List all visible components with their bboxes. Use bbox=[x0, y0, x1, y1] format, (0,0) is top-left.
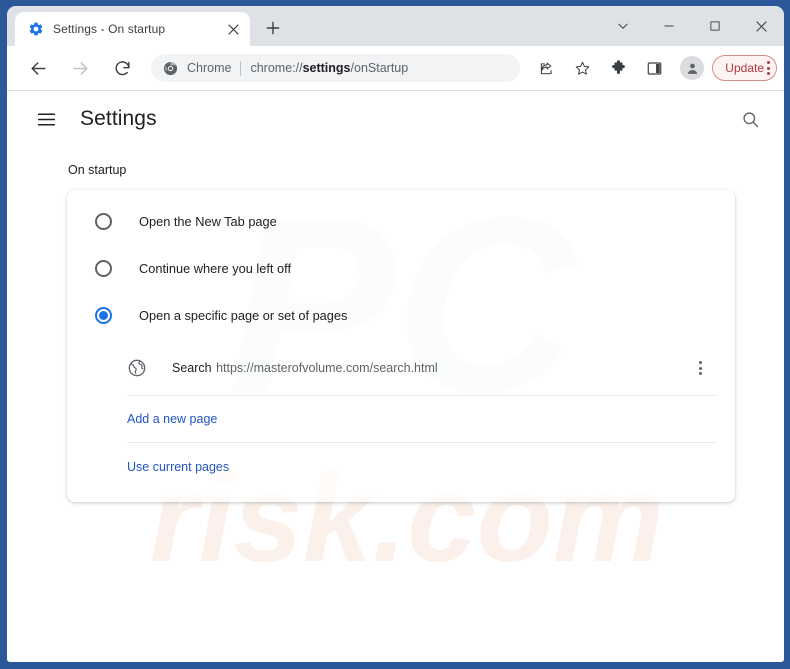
settings-page: PC risk.com Settings On sta bbox=[7, 91, 784, 661]
window-controls bbox=[600, 6, 784, 46]
update-button[interactable]: Update bbox=[712, 55, 777, 81]
reload-icon[interactable] bbox=[106, 52, 138, 84]
maximize-icon[interactable] bbox=[692, 7, 738, 45]
use-current-pages-link[interactable]: Use current pages bbox=[127, 460, 229, 474]
profile-avatar-icon[interactable] bbox=[680, 56, 705, 80]
share-icon[interactable] bbox=[532, 54, 560, 82]
tab-close-icon[interactable] bbox=[225, 21, 242, 38]
back-arrow-icon[interactable] bbox=[22, 52, 54, 84]
startup-page-url: https://masterofvolume.com/search.html bbox=[216, 361, 438, 375]
startup-page-row[interactable]: Search https://masterofvolume.com/search… bbox=[127, 341, 717, 396]
radio-indicator[interactable] bbox=[95, 260, 112, 277]
radio-option-specific-pages[interactable]: Open a specific page or set of pages bbox=[67, 292, 735, 339]
radio-indicator-selected[interactable] bbox=[95, 307, 112, 324]
radio-option-label: Open the New Tab page bbox=[139, 214, 277, 229]
radio-option-new-tab-page[interactable]: Open the New Tab page bbox=[67, 198, 735, 245]
tab-title: Settings - On startup bbox=[53, 22, 166, 36]
browser-toolbar: Chrome chrome://settings/onStartup Updat… bbox=[7, 46, 784, 91]
close-icon[interactable] bbox=[738, 7, 784, 45]
use-current-pages-row[interactable]: Use current pages bbox=[127, 443, 717, 490]
omnibox-divider bbox=[240, 60, 242, 76]
on-startup-card: Open the New Tab page Continue where you… bbox=[67, 190, 735, 502]
browser-tab-settings[interactable]: Settings - On startup bbox=[15, 12, 250, 46]
startup-page-text: Search https://masterofvolume.com/search… bbox=[172, 359, 687, 377]
hamburger-menu-icon[interactable] bbox=[34, 107, 58, 131]
toolbar-actions: Update bbox=[528, 54, 777, 82]
chevron-down-icon[interactable] bbox=[600, 7, 646, 45]
new-tab-button[interactable] bbox=[260, 15, 286, 41]
search-icon[interactable] bbox=[738, 107, 762, 131]
radio-option-label: Continue where you left off bbox=[139, 261, 292, 276]
forward-arrow-icon[interactable] bbox=[64, 52, 96, 84]
omnibox-url: chrome://settings/onStartup bbox=[250, 61, 409, 75]
radio-option-label: Open a specific page or set of pages bbox=[139, 308, 348, 323]
extensions-puzzle-icon[interactable] bbox=[604, 54, 632, 82]
browser-window: Settings - On startup Chrome chrome://se… bbox=[7, 6, 784, 662]
more-vertical-icon[interactable] bbox=[767, 61, 770, 75]
add-new-page-row[interactable]: Add a new page bbox=[127, 396, 717, 443]
section-label: On startup bbox=[68, 163, 127, 177]
address-bar[interactable]: Chrome chrome://settings/onStartup bbox=[151, 54, 521, 82]
page-title: Settings bbox=[80, 107, 157, 130]
bookmark-star-icon[interactable] bbox=[568, 54, 596, 82]
browser-window-frame: Settings - On startup Chrome chrome://se… bbox=[0, 0, 790, 669]
add-new-page-link[interactable]: Add a new page bbox=[127, 412, 217, 426]
chrome-logo-icon bbox=[163, 61, 178, 76]
more-vertical-icon[interactable] bbox=[687, 355, 713, 381]
gear-icon bbox=[28, 21, 44, 37]
minimize-icon[interactable] bbox=[646, 7, 692, 45]
globe-icon bbox=[127, 358, 147, 378]
side-panel-icon[interactable] bbox=[640, 54, 668, 82]
settings-header: Settings bbox=[7, 91, 784, 147]
tab-strip: Settings - On startup bbox=[7, 6, 784, 46]
radio-indicator[interactable] bbox=[95, 213, 112, 230]
omnibox-chrome-label: Chrome bbox=[187, 61, 232, 75]
update-button-label: Update bbox=[725, 61, 764, 75]
radio-option-continue-where-left-off[interactable]: Continue where you left off bbox=[67, 245, 735, 292]
startup-page-title: Search bbox=[172, 361, 212, 375]
